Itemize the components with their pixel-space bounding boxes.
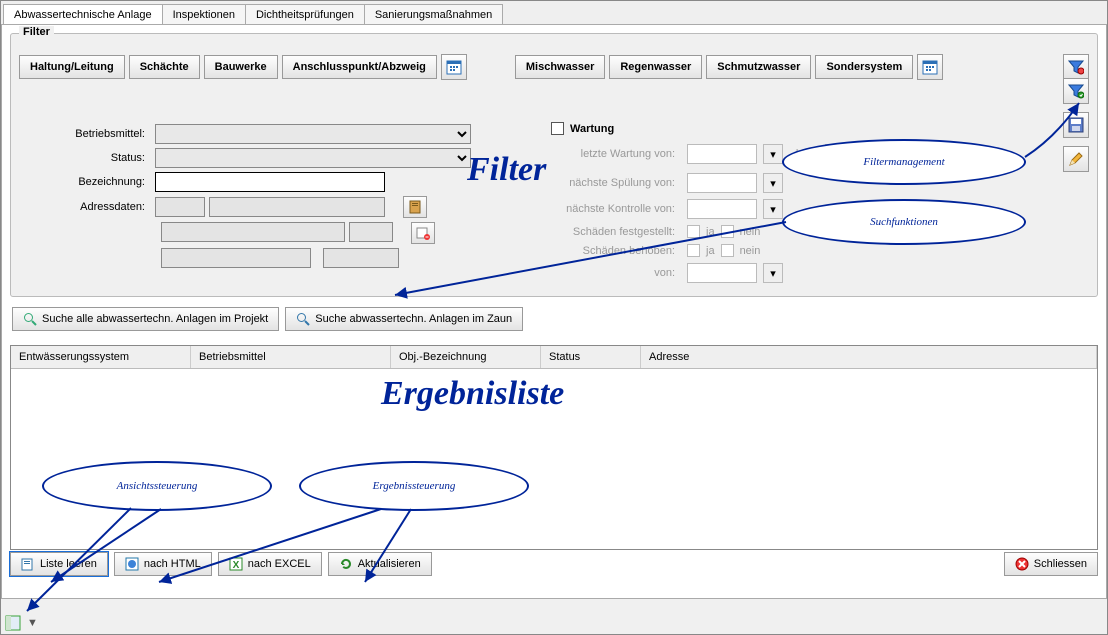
calendar-icon[interactable] <box>441 54 467 80</box>
btn-sondersystem[interactable]: Sondersystem <box>815 55 913 79</box>
col-entwaesserung[interactable]: Entwässerungssystem <box>11 346 191 368</box>
btn-aktualisieren[interactable]: Aktualisieren <box>328 552 432 576</box>
btn-liste-leeren[interactable]: Liste leeren <box>10 552 108 576</box>
chk-fest-nein[interactable] <box>721 225 734 238</box>
lbl-betriebsmittel: Betriebsmittel: <box>51 128 151 140</box>
lbl-sch-beh: Schäden behoben: <box>551 245 681 257</box>
tab-sanierung[interactable]: Sanierungsmaßnahmen <box>364 4 503 26</box>
results-header: Entwässerungssystem Betriebsmittel Obj.-… <box>11 346 1097 369</box>
input-naechste-sp-von[interactable] <box>687 173 757 193</box>
input-adr5[interactable] <box>161 248 311 268</box>
btn-bauwerke[interactable]: Bauwerke <box>204 55 278 79</box>
tab-inspektionen[interactable]: Inspektionen <box>162 4 246 26</box>
btn-nach-html-label: nach HTML <box>144 558 201 570</box>
lbl-naechste-ko: nächste Kontrolle von: <box>551 203 681 215</box>
chk-beh-nein[interactable] <box>721 244 734 257</box>
col-obj[interactable]: Obj.-Bezeichnung <box>391 346 541 368</box>
btn-search-zaun[interactable]: Suche abwassertechn. Anlagen im Zaun <box>285 307 523 331</box>
btn-search-zaun-label: Suche abwassertechn. Anlagen im Zaun <box>315 313 512 325</box>
sidebar-icons <box>1063 78 1089 172</box>
input-naechste-ko-von[interactable] <box>687 199 757 219</box>
col-adresse[interactable]: Adresse <box>641 346 1097 368</box>
input-adr6[interactable] <box>323 248 399 268</box>
bottom-tools: ▼ <box>3 614 38 632</box>
btn-search-all[interactable]: Suche alle abwassertechn. Anlagen im Pro… <box>12 307 279 331</box>
cal-icon[interactable]: ▾ <box>901 144 921 164</box>
input-adr1[interactable] <box>155 197 205 217</box>
help-icon[interactable]: ? <box>927 141 953 167</box>
cal-icon[interactable]: ▾ <box>763 173 783 193</box>
input-adr4[interactable] <box>349 222 393 242</box>
tab-body: Filter Haltung/Leitung Schächte Bauwerke… <box>1 24 1107 599</box>
filter-management-icon[interactable] <box>1063 78 1089 104</box>
btn-search-all-label: Suche alle abwassertechn. Anlagen im Pro… <box>42 313 268 325</box>
lbl-status: Status: <box>51 152 151 164</box>
lbl-ja: ja <box>706 226 715 238</box>
pencil-icon[interactable] <box>1063 146 1089 172</box>
cal-icon[interactable]: ▾ <box>763 144 783 164</box>
filter-group: Filter Haltung/Leitung Schächte Bauwerke… <box>10 33 1098 297</box>
lbl-wartung: Wartung <box>570 123 614 135</box>
input-bezeichnung[interactable] <box>155 172 385 192</box>
btn-schliessen-label: Schliessen <box>1034 558 1087 570</box>
tab-bar: Abwassertechnische Anlage Inspektionen D… <box>1 1 1107 25</box>
lbl-nein: nein <box>740 226 761 238</box>
btn-haltung[interactable]: Haltung/Leitung <box>19 55 125 79</box>
lbl-naechste-sp: nächste Spülung von: <box>551 177 681 189</box>
col-status[interactable]: Status <box>541 346 641 368</box>
btn-nach-excel-label: nach EXCEL <box>248 558 311 570</box>
lbl-ja2: ja <box>706 245 715 257</box>
lbl-letzte-von: letzte Wartung von: <box>551 148 681 160</box>
input-letzte-von[interactable] <box>687 144 757 164</box>
input-sch-von[interactable] <box>687 263 757 283</box>
btn-schliessen[interactable]: Schliessen <box>1004 552 1098 576</box>
filter-funnel-icon[interactable] <box>1063 54 1089 80</box>
lbl-nein2: nein <box>740 245 761 257</box>
chk-fest-ja[interactable] <box>687 225 700 238</box>
input-letzte-bis[interactable] <box>825 144 895 164</box>
col-betriebsmittel[interactable]: Betriebsmittel <box>191 346 391 368</box>
cal-icon[interactable]: ▾ <box>763 263 783 283</box>
wartung-area: Wartung letzte Wartung von: ▾ bis: ▾ ? n… <box>551 122 1047 283</box>
btn-schaechte[interactable]: Schächte <box>129 55 200 79</box>
book-icon[interactable] <box>403 196 427 218</box>
btn-nach-excel[interactable]: X nach EXCEL <box>218 552 322 576</box>
lbl-sch-fest: Schäden festgestellt: <box>551 226 681 238</box>
lbl-adressdaten: Adressdaten: <box>51 201 151 213</box>
cal-icon[interactable]: ▾ <box>763 199 783 219</box>
combo-status[interactable] <box>155 148 471 168</box>
svg-text:?: ? <box>937 149 944 161</box>
dropdown-arrow-icon[interactable]: ▼ <box>27 617 38 629</box>
delete-address-icon[interactable] <box>411 222 435 244</box>
tab-abwasser[interactable]: Abwassertechnische Anlage <box>3 4 163 26</box>
input-adr3[interactable] <box>161 222 345 242</box>
tab-dichtheit[interactable]: Dichtheitsprüfungen <box>245 4 365 26</box>
lbl-bezeichnung: Bezeichnung: <box>51 176 151 188</box>
chk-beh-ja[interactable] <box>687 244 700 257</box>
view-toggle-icon[interactable] <box>3 614 23 632</box>
btn-schmutzwasser[interactable]: Schmutzwasser <box>706 55 811 79</box>
btn-regenwasser[interactable]: Regenwasser <box>609 55 702 79</box>
btn-nach-html[interactable]: nach HTML <box>114 552 212 576</box>
footer: Liste leeren nach HTML X nach EXCEL Aktu… <box>10 552 1098 576</box>
btn-liste-leeren-label: Liste leeren <box>40 558 97 570</box>
save-icon[interactable] <box>1063 112 1089 138</box>
lbl-bis: bis: <box>789 148 819 160</box>
combo-betriebsmittel[interactable] <box>155 124 471 144</box>
results-table[interactable]: Entwässerungssystem Betriebsmittel Obj.-… <box>10 345 1098 550</box>
input-adr2[interactable] <box>209 197 385 217</box>
lbl-von: von: <box>551 267 681 279</box>
btn-aktualisieren-label: Aktualisieren <box>358 558 421 570</box>
chk-wartung[interactable] <box>551 122 564 135</box>
filter-legend: Filter <box>19 26 54 38</box>
calendar-icon-2[interactable] <box>917 54 943 80</box>
svg-text:X: X <box>232 560 239 571</box>
form-left: Betriebsmittel: Status: Bezeichnung: Adr… <box>51 124 471 268</box>
btn-mischwasser[interactable]: Mischwasser <box>515 55 605 79</box>
btn-anschluss[interactable]: Anschlusspunkt/Abzweig <box>282 55 437 79</box>
